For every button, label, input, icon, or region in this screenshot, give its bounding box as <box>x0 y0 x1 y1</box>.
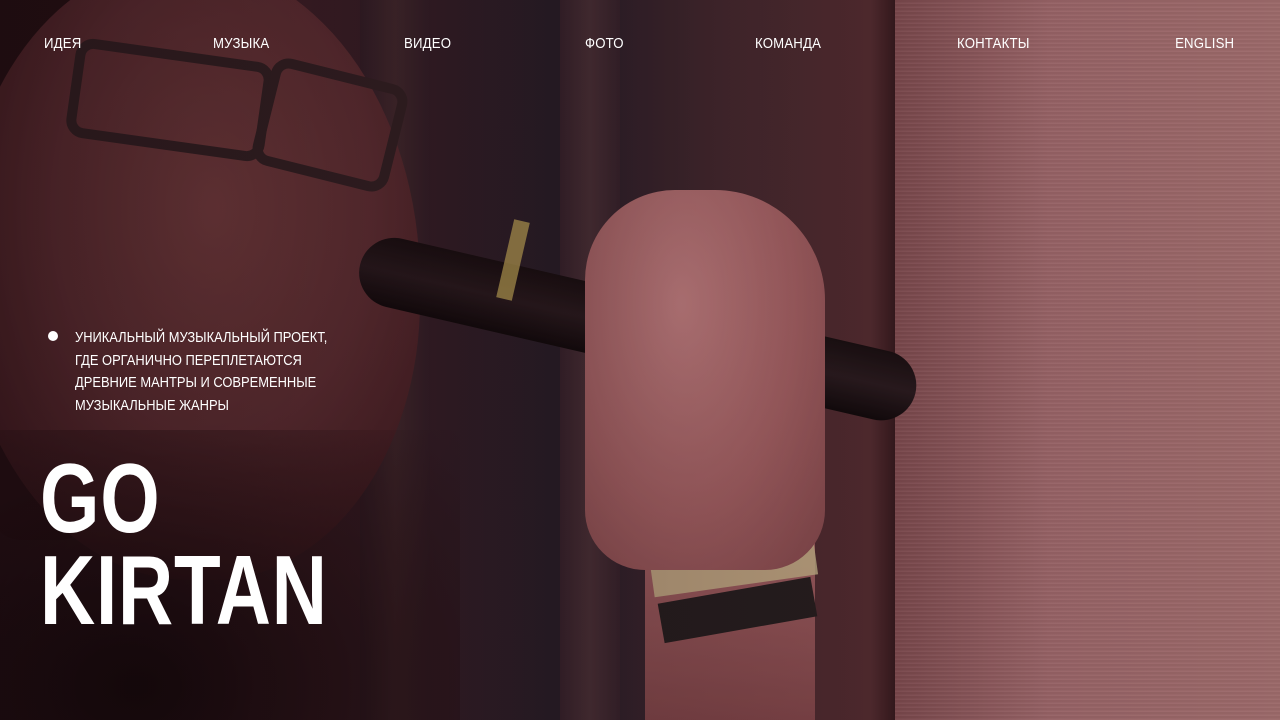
nav-link-english[interactable]: ENGLISH <box>1175 35 1234 52</box>
title-line-kirtan: KIRTAN <box>40 535 328 645</box>
tagline-text: УНИКАЛЬНЫЙ МУЗЫКАЛЬНЫЙ ПРОЕКТ, ГДЕ ОРГАН… <box>75 329 328 414</box>
page-title: GO KIRTAN <box>40 443 328 645</box>
hero-tagline: УНИКАЛЬНЫЙ МУЗЫКАЛЬНЫЙ ПРОЕКТ, ГДЕ ОРГАН… <box>48 327 388 417</box>
nav-link-team[interactable]: КОМАНДА <box>755 35 821 52</box>
main-navigation: ИДЕЯ МУЗЫКА ВИДЕО ФОТО КОМАНДА КОНТАКТЫ … <box>44 32 1234 54</box>
nav-link-contacts[interactable]: КОНТАКТЫ <box>957 35 1030 52</box>
bullet-dot-icon <box>48 331 58 341</box>
hero-page: ИДЕЯ МУЗЫКА ВИДЕО ФОТО КОМАНДА КОНТАКТЫ … <box>0 0 1280 720</box>
nav-link-video[interactable]: ВИДЕО <box>404 35 451 52</box>
title-line-go: GO <box>40 443 161 553</box>
nav-link-idea[interactable]: ИДЕЯ <box>44 35 81 52</box>
nav-link-photo[interactable]: ФОТО <box>585 35 624 52</box>
nav-link-music[interactable]: МУЗЫКА <box>213 35 269 52</box>
